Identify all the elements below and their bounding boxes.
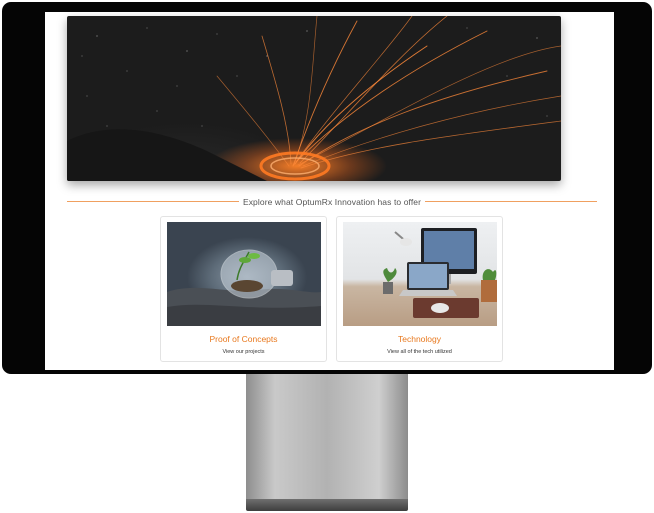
card-technology[interactable]: Technology View all of the tech utilized (336, 216, 503, 362)
lightbulb-plant-image (167, 222, 321, 326)
sparks-hero-image (67, 16, 561, 181)
card-title[interactable]: Technology (337, 334, 502, 344)
section-heading: Explore what OptumRx Innovation has to o… (242, 197, 422, 207)
section-divider: Explore what OptumRx Innovation has to o… (67, 194, 597, 210)
divider-line-right (425, 201, 597, 202)
monitor-stand (246, 374, 408, 500)
card-subtitle: View our projects (222, 349, 265, 355)
desk-workspace-image (343, 222, 497, 326)
card-proof-of-concepts[interactable]: Proof of Concepts View our projects (160, 216, 327, 362)
screen: Explore what OptumRx Innovation has to o… (45, 12, 614, 370)
monitor-bezel: Explore what OptumRx Innovation has to o… (2, 2, 652, 374)
monitor-stand-base (246, 499, 408, 511)
card-title[interactable]: Proof of Concepts (161, 334, 326, 344)
hero-banner (67, 16, 561, 181)
card-subtitle: View all of the tech utilized (387, 349, 452, 355)
